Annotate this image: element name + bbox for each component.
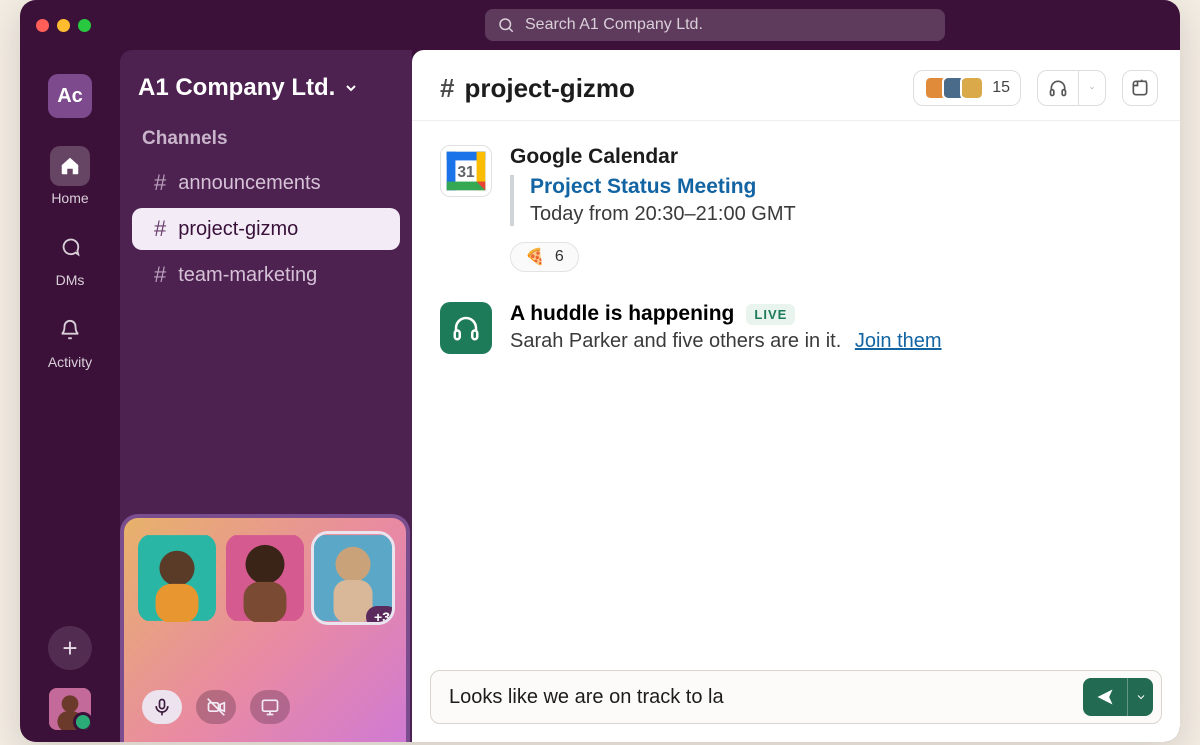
member-avatar-stack <box>924 76 984 100</box>
huddle-overflow-badge[interactable]: +3 <box>366 606 392 622</box>
send-menu-button[interactable] <box>1127 678 1153 716</box>
message-huddle: A huddle is happening LIVE Sarah Parker … <box>440 302 1152 354</box>
live-badge: LIVE <box>746 304 795 325</box>
channel-team-marketing[interactable]: # team-marketing <box>132 254 400 296</box>
event-time: Today from 20:30–21:00 GMT <box>530 203 1152 226</box>
rail-item-activity[interactable]: Activity <box>48 302 92 378</box>
channel-announcements[interactable]: # announcements <box>132 162 400 204</box>
huddle-header-button <box>1037 70 1106 106</box>
channel-label: project-gizmo <box>178 218 298 241</box>
home-icon <box>59 155 81 177</box>
video-off-icon <box>206 697 226 717</box>
huddle-dock[interactable]: +3 <box>120 514 410 742</box>
left-rail: Ac Home DMs Activity + <box>20 50 120 742</box>
hash-icon: # <box>440 73 454 104</box>
search-icon <box>497 16 515 34</box>
maximize-window-button[interactable] <box>78 19 91 32</box>
huddle-video-button[interactable] <box>196 690 236 724</box>
workspace-switcher[interactable]: A1 Company Ltd. <box>120 74 412 122</box>
main-panel: # project-gizmo 15 <box>412 50 1180 742</box>
reaction-pizza[interactable]: 🍕 6 <box>510 242 579 272</box>
channel-project-gizmo[interactable]: # project-gizmo <box>132 208 400 250</box>
global-search[interactable]: Search A1 Company Ltd. <box>485 9 945 41</box>
rail-item-dms[interactable]: DMs <box>50 220 90 296</box>
message-composer[interactable]: Looks like we are on track to la <box>430 670 1162 724</box>
rail-label-dms: DMs <box>56 272 85 288</box>
rail-label-activity: Activity <box>48 354 92 370</box>
search-placeholder: Search A1 Company Ltd. <box>525 16 703 34</box>
channel-label: team-marketing <box>178 264 317 287</box>
member-count: 15 <box>992 79 1010 97</box>
window-controls <box>36 19 91 32</box>
send-button[interactable] <box>1083 678 1127 716</box>
message-sender: Google Calendar <box>510 145 1152 169</box>
rail-item-home[interactable]: Home <box>50 138 90 214</box>
canvas-button[interactable] <box>1122 70 1158 106</box>
huddle-subtitle: Sarah Parker and five others are in it. <box>510 330 841 352</box>
composer-area: Looks like we are on track to la <box>412 670 1180 742</box>
user-avatar-icon <box>49 688 91 730</box>
rail-add-button[interactable]: + <box>48 626 92 670</box>
svg-text:31: 31 <box>457 164 475 181</box>
huddle-mic-button[interactable] <box>142 690 182 724</box>
huddle-title: A huddle is happening <box>510 302 734 326</box>
channel-header: # project-gizmo 15 <box>412 50 1180 121</box>
minimize-window-button[interactable] <box>57 19 70 32</box>
huddle-participant[interactable] <box>138 534 216 622</box>
chevron-down-icon <box>343 80 359 96</box>
dms-icon <box>59 237 81 259</box>
huddle-participants: +3 <box>136 534 394 622</box>
send-icon <box>1095 687 1115 707</box>
headphones-icon <box>1048 78 1068 98</box>
huddle-controls <box>136 682 394 732</box>
channel-title[interactable]: # project-gizmo <box>440 73 635 104</box>
composer-input[interactable]: Looks like we are on track to la <box>449 686 1083 709</box>
channel-label: announcements <box>178 172 320 195</box>
hash-icon: # <box>154 262 166 288</box>
note-icon <box>1130 78 1150 98</box>
message-gcal: 31 Google Calendar Project Status Meetin… <box>440 145 1152 272</box>
huddle-icon <box>440 302 492 354</box>
event-title-link[interactable]: Project Status Meeting <box>530 175 756 199</box>
app-window: Search A1 Company Ltd. Ac Home DMs Activ… <box>20 0 1180 742</box>
channel-name: project-gizmo <box>464 73 634 104</box>
calendar-attachment: Project Status Meeting Today from 20:30–… <box>510 175 1152 226</box>
chevron-down-icon <box>1089 78 1095 98</box>
rail-user-avatar[interactable] <box>49 688 91 730</box>
join-huddle-link[interactable]: Join them <box>855 330 942 352</box>
pizza-icon: 🍕 <box>525 247 545 267</box>
start-huddle-button[interactable] <box>1037 70 1078 106</box>
huddle-screenshare-button[interactable] <box>250 690 290 724</box>
titlebar: Search A1 Company Ltd. <box>20 0 1180 50</box>
google-calendar-icon: 31 <box>440 145 492 197</box>
reaction-count: 6 <box>555 248 564 266</box>
workspace-badge[interactable]: Ac <box>48 74 92 118</box>
workspace-name: A1 Company Ltd. <box>138 74 335 102</box>
sidebar: A1 Company Ltd. Channels # announcements… <box>120 50 412 742</box>
screen-share-icon <box>260 697 280 717</box>
hash-icon: # <box>154 216 166 242</box>
message-list: 31 Google Calendar Project Status Meetin… <box>412 121 1180 670</box>
huddle-menu-button[interactable] <box>1078 70 1106 106</box>
close-window-button[interactable] <box>36 19 49 32</box>
activity-icon <box>59 319 81 341</box>
hash-icon: # <box>154 170 166 196</box>
rail-label-home: Home <box>51 190 88 206</box>
chevron-down-icon <box>1135 691 1147 703</box>
huddle-participant[interactable]: +3 <box>314 534 392 622</box>
send-controls <box>1083 678 1153 716</box>
sidebar-section-channels[interactable]: Channels <box>120 122 412 160</box>
huddle-participant[interactable] <box>226 534 304 622</box>
channel-members-button[interactable]: 15 <box>913 70 1021 106</box>
microphone-icon <box>152 697 172 717</box>
